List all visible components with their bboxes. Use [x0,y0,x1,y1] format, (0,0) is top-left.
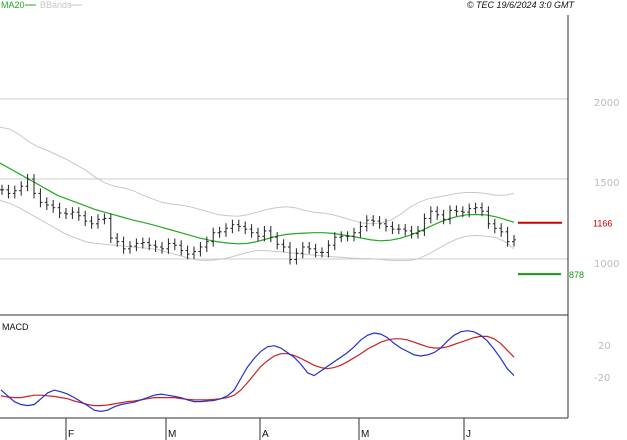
y-tick-1500: 1500 [594,178,619,189]
y-tick-2000: 2000 [594,98,619,109]
ma20-series-line [0,162,515,245]
x-tick-label: J [466,429,471,440]
x-axis-ticks: FMAMJ [65,418,471,440]
macd-panel: MACD 20 -20 [0,322,611,413]
legend-ma20: MA20 [1,0,25,10]
x-tick-label: M [168,429,176,440]
macd-signal-line [0,335,515,407]
price-levels: 1166 878 [518,219,612,280]
y-tick-1000: 1000 [594,259,619,270]
ma20-line [0,162,515,245]
macd-y-tick-pos: 20 [598,341,611,352]
x-tick-label: A [262,429,269,440]
level-label-878: 878 [569,270,584,280]
price-panel: 1166 878 2000 1500 1000 [0,15,619,418]
bollinger-bands [0,126,515,261]
x-tick-label: M [361,429,369,440]
legend-bbands: BBands [40,0,72,10]
chart-canvas: MA20 BBands © TEC 19/6/2024 3:0 GMT 1166… [0,0,619,440]
macd-title: MACD [2,322,29,332]
macd-y-tick-neg: -20 [594,373,610,384]
macd-lines [0,330,515,413]
x-tick-label: F [68,429,74,440]
level-label-1166: 1166 [593,219,612,229]
copyright: © TEC 19/6/2024 3:0 GMT [467,0,576,10]
